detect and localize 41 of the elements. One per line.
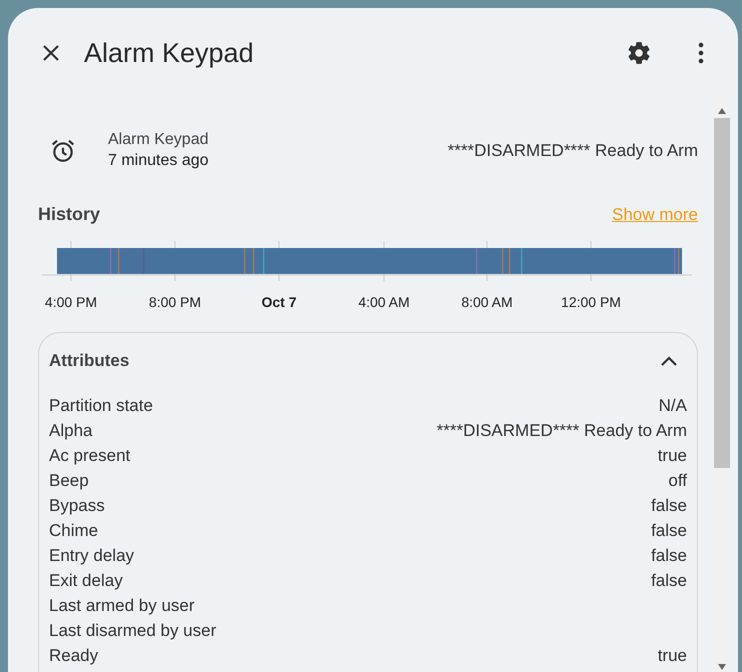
- attribute-name: Last disarmed by user: [49, 620, 216, 642]
- attribute-value: off: [668, 470, 687, 492]
- scrollbar-thumb[interactable]: [714, 118, 730, 468]
- attribute-name: Last armed by user: [49, 595, 195, 617]
- attribute-value: false: [651, 570, 687, 592]
- show-more-link[interactable]: Show more: [612, 204, 698, 224]
- scroll-up-arrow-icon[interactable]: [718, 108, 726, 114]
- attribute-name: Ready: [49, 645, 98, 667]
- attribute-value: true: [658, 445, 687, 467]
- attribute-name: Partition state: [49, 395, 153, 417]
- attribute-name: Beep: [49, 470, 89, 492]
- history-heading: History: [38, 204, 100, 225]
- attribute-value: false: [651, 520, 687, 542]
- attribute-name: Entry delay: [49, 545, 134, 567]
- attribute-value: true: [658, 645, 687, 667]
- chevron-up-icon[interactable]: [661, 356, 677, 366]
- entity-state: ****DISARMED**** Ready to Arm: [448, 140, 698, 160]
- attribute-name: Alpha: [49, 420, 92, 442]
- attribute-value: false: [651, 545, 687, 567]
- axis-label: 8:00 AM: [460, 294, 514, 310]
- close-icon: [42, 44, 60, 62]
- dialog-title: Alarm Keypad: [84, 38, 255, 68]
- axis-label: 12:00 PM: [560, 294, 622, 310]
- attribute-value: N/A: [658, 395, 687, 417]
- attributes-heading: Attributes: [49, 351, 130, 371]
- axis-label: Oct 7: [260, 294, 298, 310]
- last-changed-time: 7 minutes ago: [108, 152, 210, 170]
- attribute-value: false: [651, 495, 687, 517]
- vertical-dots-icon: [698, 42, 704, 64]
- entity-name: Alarm Keypad: [108, 131, 210, 149]
- attribute-name: Bypass: [49, 495, 105, 517]
- attribute-name: Ac present: [49, 445, 130, 467]
- attribute-value: ****DISARMED**** Ready to Arm: [436, 420, 687, 442]
- axis-label: 4:00 AM: [357, 294, 411, 310]
- axis-label: 4:00 PM: [44, 294, 98, 310]
- attribute-name: Exit delay: [49, 570, 123, 592]
- scroll-down-arrow-icon[interactable]: [718, 664, 726, 670]
- attribute-name: Chime: [49, 520, 98, 542]
- settings-icon: [626, 40, 652, 66]
- alarm-clock-icon: [50, 138, 76, 164]
- axis-label: 8:00 PM: [148, 294, 202, 310]
